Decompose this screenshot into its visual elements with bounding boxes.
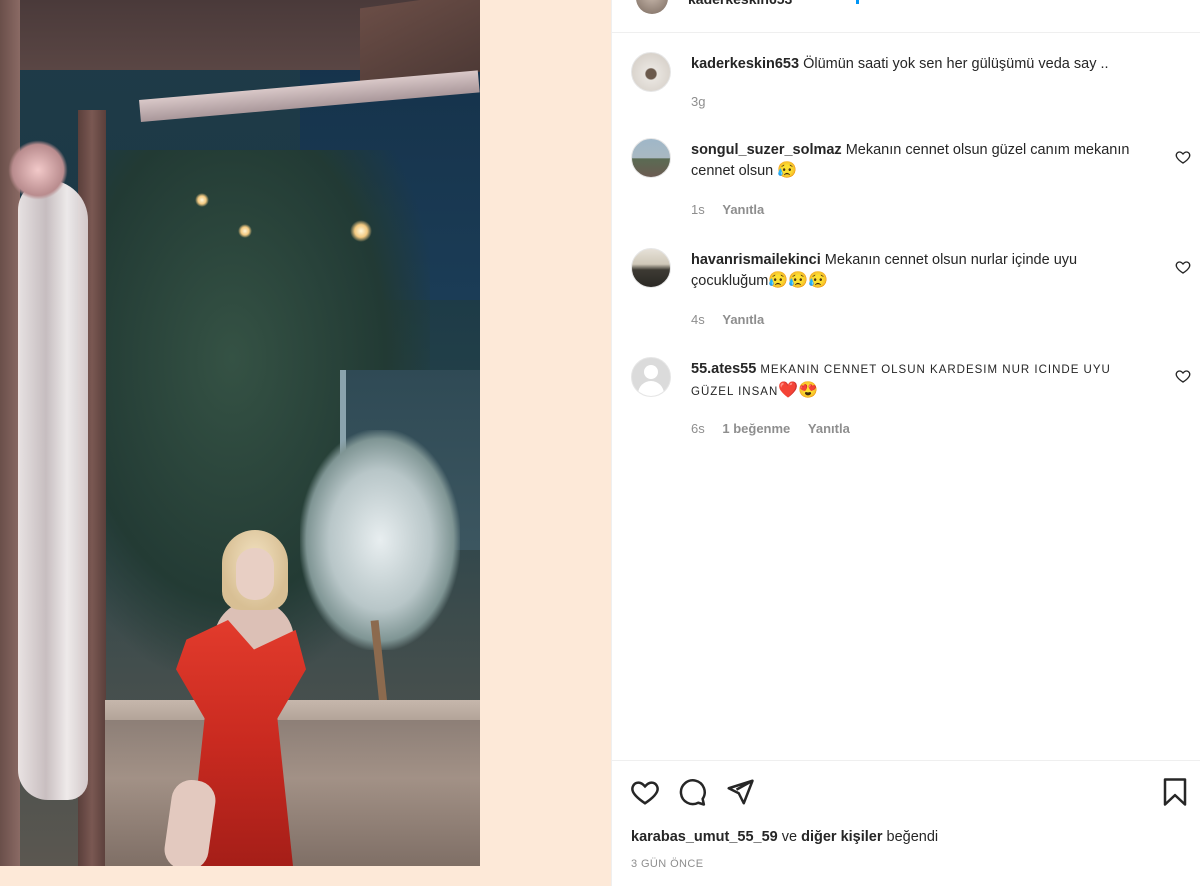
author-avatar[interactable] xyxy=(636,0,668,14)
likes-summary: karabas_umut_55_59 ve diğer kişiler beğe… xyxy=(631,829,938,845)
comment-icon[interactable] xyxy=(677,777,707,807)
comment-like-icon[interactable] xyxy=(1175,368,1191,384)
reply-button[interactable]: Yanıtla xyxy=(808,421,850,436)
comment-emoji: 😥😥😥 xyxy=(768,272,829,289)
comment-time[interactable]: 6s xyxy=(691,421,705,436)
comment-item: songul_suzer_solmaz Mekanın cennet olsun… xyxy=(631,138,1191,228)
caption: kaderkeskin653 Ölümün saati yok sen her … xyxy=(631,52,1191,122)
caption-username[interactable]: kaderkeskin653 xyxy=(691,56,799,72)
comment-like-icon[interactable] xyxy=(1175,259,1191,275)
avatar[interactable] xyxy=(631,52,671,92)
share-icon[interactable] xyxy=(725,777,755,807)
post-photo[interactable] xyxy=(0,0,480,866)
reply-button[interactable]: Yanıtla xyxy=(722,312,764,327)
comment-likes-count[interactable]: 1 beğenme xyxy=(722,421,790,436)
liker-username[interactable]: karabas_umut_55_59 xyxy=(631,829,778,845)
comment-item: havanrismailekinci Mekanın cennet olsun … xyxy=(631,248,1191,338)
post-header: kaderkeskin653 xyxy=(612,0,1200,33)
post-media-area xyxy=(0,0,611,886)
post-date[interactable]: 3 GÜN ÖNCE xyxy=(631,858,703,870)
avatar[interactable] xyxy=(631,138,671,178)
comment-item: 55.ates55 MEKANIN CENNET OLSUN KARDESIM … xyxy=(631,357,1191,447)
comment-time[interactable]: 4s xyxy=(691,312,705,327)
comment-like-icon[interactable] xyxy=(1175,149,1191,165)
comment-username[interactable]: havanrismailekinci xyxy=(691,252,821,268)
other-likers-link[interactable]: diğer kişiler xyxy=(801,829,882,845)
comment-emoji: ❤️😍 xyxy=(778,382,819,399)
caption-text: Ölümün saati yok sen her gülüşümü veda s… xyxy=(803,56,1109,72)
author-username[interactable]: kaderkeskin653 xyxy=(688,0,792,7)
comment-username[interactable]: songul_suzer_solmaz xyxy=(691,142,842,158)
follow-link-indicator[interactable] xyxy=(856,0,859,4)
comment-username[interactable]: 55.ates55 xyxy=(691,361,756,377)
post-actions: karabas_umut_55_59 ve diğer kişiler beğe… xyxy=(612,760,1200,887)
heart-icon[interactable] xyxy=(630,777,660,807)
bookmark-icon[interactable] xyxy=(1160,777,1190,807)
likes-connector: ve xyxy=(781,829,798,845)
comments-panel: kaderkeskin653 kaderkeskin653 Ölümün saa… xyxy=(611,0,1200,886)
reply-button[interactable]: Yanıtla xyxy=(722,202,764,217)
comment-emoji: 😥 xyxy=(777,162,798,179)
avatar[interactable] xyxy=(631,248,671,288)
likes-suffix: beğendi xyxy=(886,829,939,845)
comment-time[interactable]: 1s xyxy=(691,202,705,217)
caption-time[interactable]: 3g xyxy=(691,94,705,109)
avatar[interactable] xyxy=(631,357,671,397)
